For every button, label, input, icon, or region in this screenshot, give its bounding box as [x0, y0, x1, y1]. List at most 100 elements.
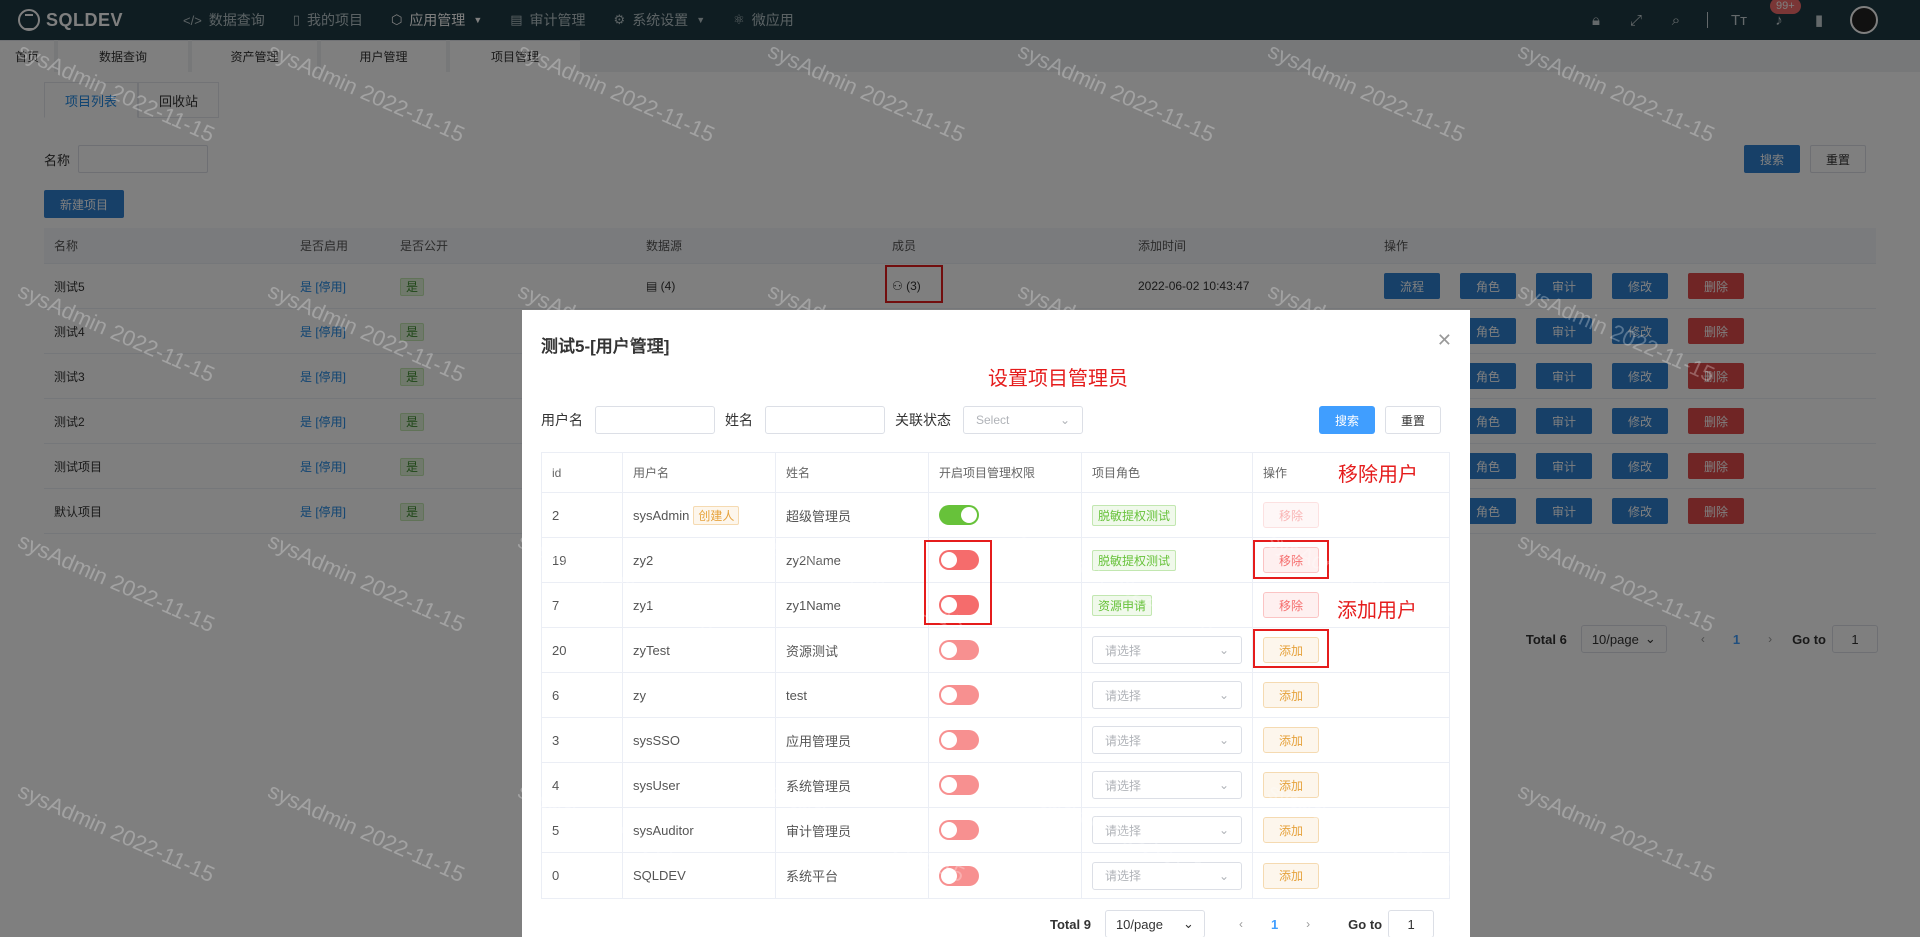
role-select[interactable]: 请选择 ⌄	[1092, 816, 1242, 844]
toggle-knob	[941, 642, 957, 658]
table-row: 6 zy test 请选择 ⌄ 添加	[542, 673, 1449, 718]
admin-permission-toggle[interactable]	[939, 865, 979, 886]
username: sysAuditor	[633, 822, 694, 838]
username: sysSSO	[633, 732, 680, 748]
role-select[interactable]: 请选择 ⌄	[1092, 681, 1242, 709]
admin-permission-toggle[interactable]	[939, 730, 979, 750]
role-placeholder: 请选择	[1105, 643, 1142, 658]
status-select[interactable]: Select ⌄	[963, 406, 1083, 434]
username-label: 用户名	[541, 412, 583, 428]
role-select[interactable]: 请选择 ⌄	[1092, 771, 1242, 799]
user-id: 0	[542, 853, 623, 898]
username-cell: sysUser	[623, 763, 776, 807]
page-number[interactable]: 1	[1271, 917, 1278, 932]
admin-permission-toggle[interactable]	[939, 685, 979, 705]
add-user-button[interactable]: 添加	[1263, 727, 1319, 753]
username-cell: zy1	[623, 583, 776, 627]
admin-switch-cell	[929, 673, 1082, 717]
operation-cell: 添加	[1253, 853, 1449, 898]
project-role-cell: 请选择 ⌄	[1082, 628, 1253, 672]
status-label: 关联状态	[895, 412, 951, 428]
realname: zy1Name	[776, 583, 929, 627]
project-role-cell: 请选择 ⌄	[1082, 808, 1253, 852]
realname: 系统管理员	[776, 763, 929, 807]
realname: zy2Name	[776, 538, 929, 582]
chevron-down-icon: ⌄	[1218, 778, 1229, 792]
role-tag: 脱敏提权测试	[1092, 549, 1177, 571]
table-header: id 用户名 姓名 开启项目管理权限 项目角色 操作	[542, 453, 1449, 493]
realname: 应用管理员	[776, 718, 929, 762]
username: sysUser	[633, 777, 680, 793]
role-tag: 脱敏提权测试	[1092, 504, 1177, 526]
total-count: Total 9	[1050, 916, 1091, 932]
table-row: 5 sysAuditor 审计管理员 请选择 ⌄ 添加	[542, 808, 1449, 853]
project-role-cell: 资源申请	[1082, 583, 1253, 627]
role-select[interactable]: 请选择 ⌄	[1092, 861, 1242, 890]
admin-permission-toggle[interactable]	[939, 505, 979, 525]
project-role-cell: 脱敏提权测试	[1082, 493, 1253, 537]
remove-user-button[interactable]: 移除	[1263, 592, 1319, 618]
role-placeholder: 请选择	[1105, 869, 1142, 883]
chevron-down-icon: ⌄	[1218, 823, 1229, 837]
user-id: 7	[542, 583, 623, 627]
user-id: 19	[542, 538, 623, 582]
username-cell: zy2	[623, 538, 776, 582]
goto-input[interactable]: 1	[1388, 910, 1435, 937]
add-highlight-box	[1253, 629, 1329, 668]
header-project-role: 项目角色	[1082, 453, 1253, 492]
chevron-down-icon: ⌄	[1218, 733, 1229, 747]
admin-permission-toggle[interactable]	[939, 820, 979, 840]
project-role-cell: 请选择 ⌄	[1082, 673, 1253, 717]
admin-permission-toggle[interactable]	[939, 640, 979, 660]
realname: 系统平台	[776, 853, 929, 898]
prev-page-icon[interactable]: ‹	[1239, 917, 1243, 931]
role-placeholder: 请选择	[1105, 778, 1142, 793]
role-select[interactable]: 请选择 ⌄	[1092, 726, 1242, 754]
page-size-select[interactable]: 10/page ⌄	[1104, 910, 1205, 937]
dialog-reset-button[interactable]: 重置	[1385, 406, 1441, 434]
username-cell: zy	[623, 673, 776, 717]
goto-label: Go to	[1348, 916, 1383, 932]
realname-label: 姓名	[725, 412, 753, 428]
username-input[interactable]	[595, 406, 715, 434]
operation-cell: 添加	[1253, 673, 1449, 717]
project-role-cell: 请选择 ⌄	[1082, 718, 1253, 762]
toggle-knob	[941, 822, 957, 838]
admin-switch-cell	[929, 853, 1082, 898]
add-user-button[interactable]: 添加	[1263, 862, 1319, 889]
add-user-button[interactable]: 添加	[1263, 682, 1319, 708]
role-tag: 资源申请	[1092, 594, 1153, 616]
admin-switch-cell	[929, 763, 1082, 807]
table-row: 7 zy1 zy1Name 资源申请 移除	[542, 583, 1449, 628]
header-admin-permission: 开启项目管理权限	[929, 453, 1082, 492]
remove-user-button: 移除	[1263, 502, 1319, 528]
add-user-button[interactable]: 添加	[1263, 772, 1319, 798]
dialog-search-button[interactable]: 搜索	[1319, 406, 1375, 434]
header-username: 用户名	[623, 453, 776, 492]
status-placeholder: Select	[976, 413, 1010, 427]
add-user-button[interactable]: 添加	[1263, 817, 1319, 843]
username: sysAdmin	[633, 507, 690, 523]
close-icon[interactable]: ✕	[1437, 330, 1452, 351]
toggle-knob	[941, 777, 957, 793]
project-role-cell: 脱敏提权测试	[1082, 538, 1253, 582]
admin-switch-cell	[929, 718, 1082, 762]
realname-input[interactable]	[765, 406, 885, 434]
username-cell: sysAdmin 创建人	[623, 493, 776, 537]
username-cell: SQLDEV	[623, 853, 776, 898]
user-management-dialog: 测试5-[用户管理] ✕ 设置项目管理员 移除用户 添加用户 用户名 姓名 关联…	[522, 310, 1470, 937]
page-size-value: 10/page	[1115, 916, 1163, 932]
realname: 审计管理员	[776, 808, 929, 852]
admin-switch-cell	[929, 493, 1082, 537]
admin-permission-toggle[interactable]	[939, 775, 979, 795]
project-role-cell: 请选择 ⌄	[1082, 763, 1253, 807]
table-row: 0 SQLDEV 系统平台 请选择 ⌄ 添加	[542, 853, 1449, 898]
operation-cell: 添加	[1253, 718, 1449, 762]
role-select[interactable]: 请选择 ⌄	[1092, 636, 1242, 664]
next-page-icon[interactable]: ›	[1306, 917, 1310, 931]
project-role-cell: 请选择 ⌄	[1082, 853, 1253, 898]
username-cell: sysAuditor	[623, 808, 776, 852]
creator-badge: 创建人	[693, 505, 740, 525]
username: zy2	[633, 552, 654, 568]
remove-highlight-box	[1253, 540, 1329, 579]
